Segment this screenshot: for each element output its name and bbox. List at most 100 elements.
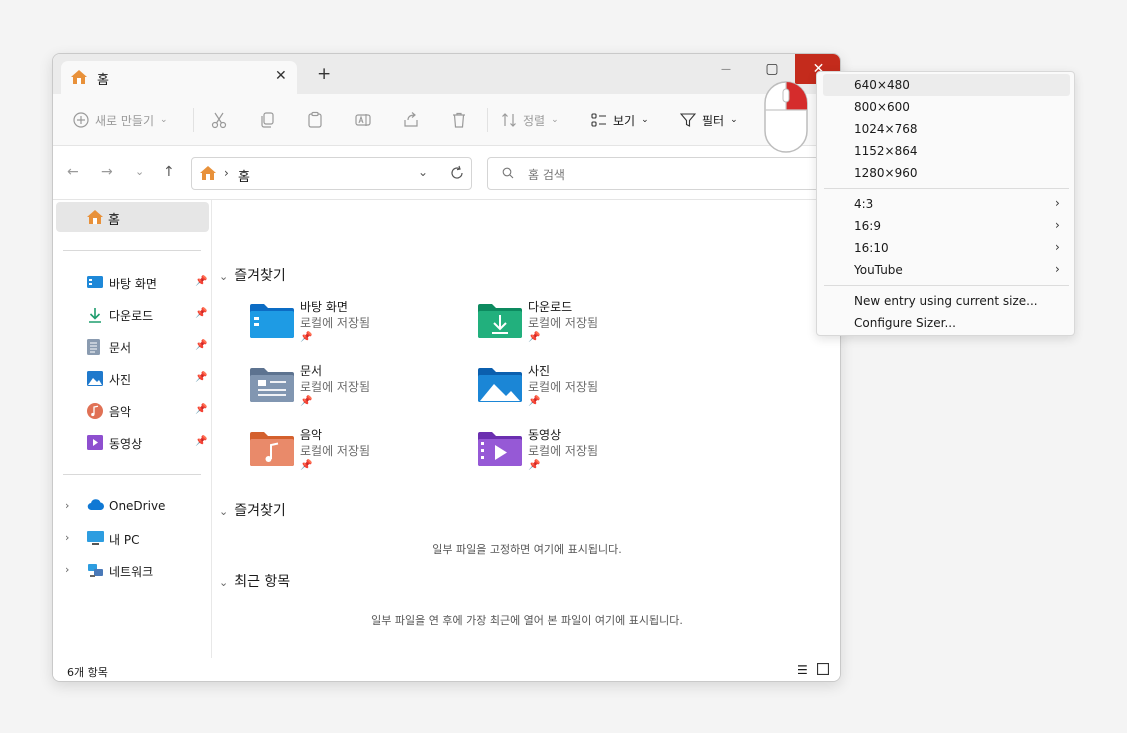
menu-item-label: 4:3 — [854, 197, 874, 211]
chevron-down-icon: ⌄ — [160, 115, 168, 125]
minimize-icon: — — [721, 63, 731, 75]
minimize-button[interactable]: — — [703, 54, 749, 84]
chevron-right-icon[interactable]: › — [65, 563, 69, 576]
share-button[interactable] — [402, 109, 420, 131]
sidebar-item-videos[interactable]: 동영상 📌 — [53, 431, 212, 455]
refresh-icon[interactable] — [449, 164, 465, 185]
sizer-context-menu: 640×480 800×600 1024×768 1152×864 1280×9… — [816, 71, 1075, 336]
menu-item-label: 1280×960 — [854, 166, 918, 180]
folder-item-videos[interactable]: 동영상 로컬에 저장됨 📌 — [478, 426, 688, 482]
content-pane: ⌄ 즐겨찾기 바탕 화면 로컬에 저장됨 📌 다운로드 로컬에 저장됨 📌 문서 … — [213, 200, 840, 658]
cut-button[interactable] — [210, 109, 228, 131]
breadcrumb[interactable]: 홈 — [238, 166, 250, 185]
folder-item-music[interactable]: 음악 로컬에 저장됨 📌 — [250, 426, 460, 482]
pin-icon: 📌 — [300, 396, 313, 407]
sort-icon — [502, 113, 516, 127]
sort-button[interactable]: 정렬 ⌄ — [501, 109, 559, 131]
folder-status: 로컬에 저장됨 — [528, 316, 599, 330]
copy-button[interactable] — [258, 109, 276, 131]
sidebar-item-label: 다운로드 — [109, 309, 154, 323]
address-bar[interactable]: › 홈 ⌄ — [191, 157, 472, 190]
menu-item-new-entry[interactable]: New entry using current size... — [823, 290, 1070, 312]
menu-item-ratio-16-9[interactable]: 16:9 › — [823, 215, 1070, 237]
menu-item-size-1280x960[interactable]: 1280×960 — [823, 162, 1070, 184]
menu-item-ratio-4-3[interactable]: 4:3 › — [823, 193, 1070, 215]
trash-icon — [453, 112, 465, 128]
search-input[interactable]: 홈 검색 — [528, 166, 565, 183]
view-button[interactable]: 보기 ⌄ — [591, 109, 649, 131]
title-bar: 홈 ✕ + — ▢ ✕ — [53, 54, 840, 94]
filter-icon — [680, 113, 696, 127]
music-folder-icon — [250, 430, 294, 469]
up-arrow-icon[interactable]: ↑ — [163, 164, 175, 180]
filter-button[interactable]: 필터 ⌄ — [680, 109, 738, 131]
recent-locations-chevron-icon[interactable]: ⌄ — [135, 165, 144, 178]
home-icon — [86, 209, 104, 228]
copy-icon — [261, 112, 274, 128]
pin-icon[interactable]: 📌 — [195, 436, 207, 447]
status-bar: 6개 항목 ☰ — [53, 658, 840, 681]
cloud-icon — [87, 499, 105, 514]
menu-item-size-1024x768[interactable]: 1024×768 — [823, 118, 1070, 140]
sidebar-item-pictures[interactable]: 사진 📌 — [53, 367, 212, 391]
folder-item-desktop[interactable]: 바탕 화면 로컬에 저장됨 📌 — [250, 298, 460, 354]
new-tab-button[interactable]: + — [317, 66, 331, 83]
search-box[interactable]: 홈 검색 — [487, 157, 827, 190]
rename-button[interactable] — [354, 109, 372, 131]
forward-arrow-icon[interactable]: → — [101, 164, 113, 180]
video-icon — [87, 435, 103, 453]
folder-item-pictures[interactable]: 사진 로컬에 저장됨 📌 — [478, 362, 688, 418]
folder-item-downloads[interactable]: 다운로드 로컬에 저장됨 📌 — [478, 298, 688, 354]
menu-item-youtube[interactable]: YouTube › — [823, 259, 1070, 281]
pin-icon: 📌 — [300, 460, 313, 471]
menu-item-configure-sizer[interactable]: Configure Sizer... — [823, 312, 1070, 334]
folder-item-documents[interactable]: 문서 로컬에 저장됨 📌 — [250, 362, 460, 418]
sidebar-item-music[interactable]: 음악 📌 — [53, 399, 212, 423]
sidebar-item-label: 내 PC — [109, 533, 140, 547]
sidebar-item-label: 음악 — [109, 405, 132, 419]
chevron-down-icon: ⌄ — [219, 505, 229, 518]
menu-item-size-800x600[interactable]: 800×600 — [823, 96, 1070, 118]
tiles-view-icon[interactable] — [816, 662, 830, 678]
pin-icon: 📌 — [528, 396, 541, 407]
plus-circle-icon — [73, 112, 89, 128]
sidebar-item-documents[interactable]: 문서 📌 — [53, 335, 212, 359]
section-header-recent[interactable]: ⌄ 최근 항목 — [219, 571, 290, 591]
recent-empty-message: 일부 파일을 연 후에 가장 최근에 열어 본 파일이 여기에 표시됩니다. — [371, 614, 683, 627]
pin-icon[interactable]: 📌 — [195, 372, 207, 383]
sidebar-item-desktop[interactable]: 바탕 화면 📌 — [53, 271, 212, 295]
menu-item-size-1152x864[interactable]: 1152×864 — [823, 140, 1070, 162]
share-icon — [404, 112, 418, 127]
folder-name: 음악 — [300, 428, 323, 442]
pin-icon[interactable]: 📌 — [195, 308, 207, 319]
details-view-icon[interactable]: ☰ — [797, 663, 808, 677]
sidebar-item-this-pc[interactable]: › 내 PC — [53, 527, 212, 551]
chevron-right-icon[interactable]: › — [65, 499, 69, 512]
delete-button[interactable] — [450, 109, 468, 131]
chevron-down-icon: ⌄ — [641, 115, 649, 125]
sidebar-item-onedrive[interactable]: › OneDrive — [53, 495, 212, 519]
sidebar-item-network[interactable]: › 네트워크 — [53, 559, 212, 583]
sidebar-item-home[interactable]: 홈 — [56, 202, 209, 232]
back-arrow-icon[interactable]: ← — [67, 164, 79, 180]
pin-icon[interactable]: 📌 — [195, 404, 207, 415]
section-header-favorites-files[interactable]: ⌄ 즐겨찾기 — [219, 500, 286, 520]
folder-status: 로컬에 저장됨 — [300, 316, 371, 330]
sidebar-item-label: 사진 — [109, 373, 132, 387]
menu-item-ratio-16-10[interactable]: 16:10 › — [823, 237, 1070, 259]
pin-icon[interactable]: 📌 — [195, 276, 207, 287]
pin-icon[interactable]: 📌 — [195, 340, 207, 351]
paste-button[interactable] — [306, 109, 324, 131]
menu-item-label: 1024×768 — [854, 122, 918, 136]
chevron-down-icon[interactable]: ⌄ — [418, 165, 428, 179]
new-button[interactable]: 새로 만들기 ⌄ — [73, 109, 168, 131]
sidebar-item-downloads[interactable]: 다운로드 📌 — [53, 303, 212, 327]
sidebar-item-label: 동영상 — [109, 437, 143, 451]
tab-home[interactable]: 홈 ✕ — [61, 61, 297, 94]
section-title: 즐겨찾기 — [234, 268, 286, 284]
folder-status: 로컬에 저장됨 — [300, 380, 371, 394]
chevron-right-icon[interactable]: › — [65, 531, 69, 544]
tab-close-icon[interactable]: ✕ — [275, 68, 287, 84]
menu-item-size-640x480[interactable]: 640×480 — [823, 74, 1070, 96]
section-header-favorites[interactable]: ⌄ 즐겨찾기 — [219, 265, 286, 285]
